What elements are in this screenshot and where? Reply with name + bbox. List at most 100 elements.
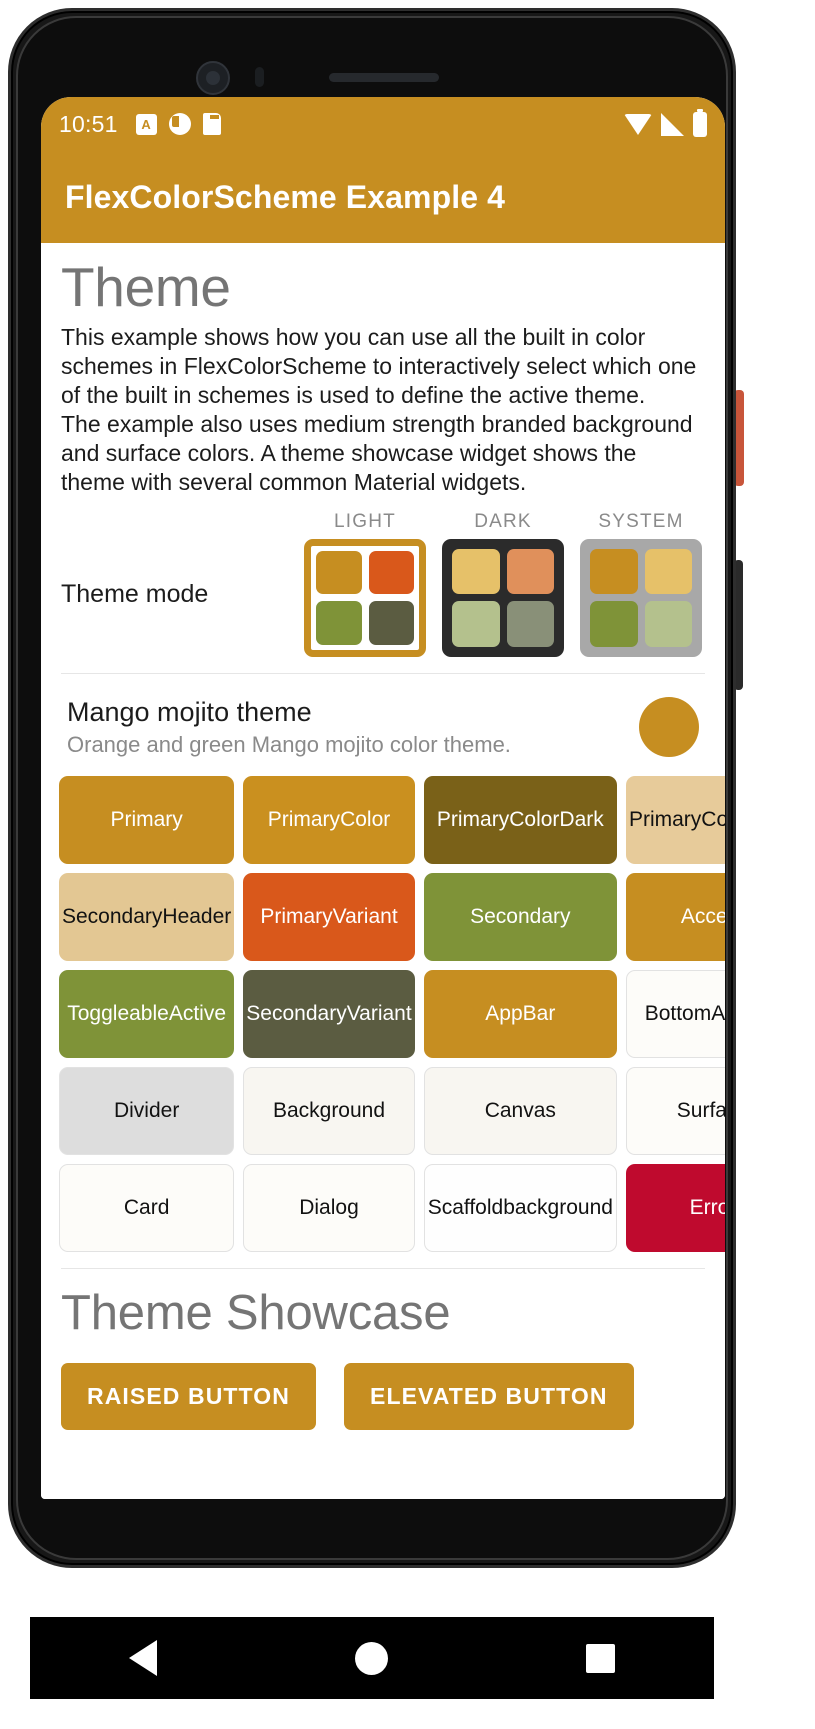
color-swatch-label: Primary <box>260 904 333 928</box>
theme-mode-option-system[interactable]: SYSTEM <box>577 511 705 657</box>
swatch-primary-variant <box>506 548 554 595</box>
color-swatch-label: Color <box>340 807 391 831</box>
swatch-secondary <box>452 601 500 647</box>
page-description: This example shows how you can use all t… <box>61 323 697 495</box>
swatch-secondary <box>316 601 362 645</box>
color-swatch-label: ColorLight <box>701 807 725 831</box>
color-swatch-dialog: Dialog <box>243 1163 415 1252</box>
color-swatch-label: Primary <box>436 807 510 831</box>
color-swatch-label: Toggleable <box>67 1001 169 1025</box>
font-size-a-icon: A <box>135 113 157 135</box>
theme-mode-dark-preview[interactable] <box>442 538 564 657</box>
elevated-button[interactable]: ELEVATED BUTTON <box>344 1362 634 1430</box>
color-swatch-background: Background <box>243 1066 415 1155</box>
color-swatch-label: Variant <box>332 904 398 928</box>
color-swatch-label: Background <box>272 1098 386 1122</box>
theme-mode-light-preview[interactable] <box>304 538 426 657</box>
scheme-title: Mango mojito theme <box>67 696 312 727</box>
color-swatch-label: Dialog <box>299 1195 359 1219</box>
color-swatch-label: Primary <box>110 807 183 831</box>
status-bar: 10:51 A <box>41 97 725 151</box>
recents-icon[interactable] <box>586 1643 615 1673</box>
color-swatch-label: Bottom <box>644 1001 712 1025</box>
color-swatch-label: Active <box>168 1001 227 1025</box>
swatch-primary <box>316 550 362 595</box>
back-icon[interactable] <box>129 1640 157 1676</box>
color-swatch-label: Canvas <box>484 1098 556 1122</box>
color-swatch-label: background <box>503 1195 613 1219</box>
color-swatch-bottom-appbar: BottomAppBar <box>625 969 725 1058</box>
theme-mode-light-label: LIGHT <box>334 510 396 532</box>
color-swatch-label: AppBar <box>485 1001 556 1025</box>
color-swatch-label: Primary <box>628 807 702 831</box>
theme-mode-dark-label: DARK <box>474 510 532 532</box>
theme-mode-row: Theme mode LIGHT DARK SYSTEM <box>61 511 705 657</box>
showcase-title: Theme Showcase <box>61 1285 451 1340</box>
app-bar: FlexColorScheme Example 4 <box>41 151 725 243</box>
android-navigation-bar <box>30 1617 714 1699</box>
color-swatch-label: Primary <box>267 807 341 831</box>
color-swatch-card: Card <box>59 1163 235 1252</box>
theme-mode-system-preview[interactable] <box>580 538 702 657</box>
color-swatch-scaffold-background: Scaffold background <box>423 1163 617 1252</box>
swatch-primary <box>452 548 500 595</box>
theme-mode-label: Theme mode <box>61 579 209 608</box>
color-swatch-primary-color: Primary Color <box>243 775 415 864</box>
theme-mode-option-dark[interactable]: DARK <box>439 511 567 657</box>
color-swatch-accent: Accent <box>625 872 725 961</box>
color-swatch-error: Error <box>625 1163 725 1252</box>
color-swatch-label: Card <box>123 1195 170 1219</box>
scheme-subtitle: Orange and green Mango mojito color them… <box>67 731 511 757</box>
cellular-signal-icon <box>661 112 684 136</box>
scheme-color-indicator[interactable] <box>639 696 699 757</box>
sd-card-icon <box>202 113 221 135</box>
battery-icon <box>693 108 707 137</box>
do-not-disturb-icon <box>168 113 191 135</box>
color-swatch-label: ColorDark <box>509 807 604 831</box>
color-swatch-divider: Divider <box>59 1066 235 1155</box>
earpiece-speaker <box>329 73 439 82</box>
raised-button[interactable]: RAISED BUTTON <box>61 1362 316 1430</box>
color-swatch-secondary-header: Secondary Header <box>59 872 235 961</box>
color-swatch-appbar: AppBar <box>423 969 617 1058</box>
color-swatch-label: Scaffold <box>427 1195 504 1219</box>
phone-hardware-strip <box>33 33 711 105</box>
color-swatch-primary: Primary <box>59 775 235 864</box>
color-swatch-label: Secondary <box>62 904 163 928</box>
proximity-sensor-icon <box>255 67 264 87</box>
color-swatch-secondary: Secondary <box>423 872 617 961</box>
theme-mode-toggle-group[interactable]: LIGHT DARK SYSTEM <box>301 511 705 657</box>
swatch-primary-variant <box>368 550 414 595</box>
page-title: Theme <box>61 256 231 318</box>
theme-mode-system-label: SYSTEM <box>598 510 684 532</box>
phone-frame: 10:51 A FlexColorScheme Example 4 Theme … <box>8 8 736 1568</box>
home-icon[interactable] <box>355 1641 388 1675</box>
swatch-secondary-variant <box>506 601 554 647</box>
scheme-card-header[interactable]: Mango mojito theme Orange and green Mang… <box>67 696 699 758</box>
app-bar-title: FlexColorScheme Example 4 <box>65 178 506 215</box>
color-swatch-label: Secondary <box>470 904 571 928</box>
swatch-secondary-variant <box>368 601 414 645</box>
swatch-primary <box>590 548 638 595</box>
page-content[interactable]: Theme This example shows how you can use… <box>41 243 725 1499</box>
theme-mode-option-light[interactable]: LIGHT <box>301 511 429 657</box>
divider-above-scheme-card <box>61 672 705 674</box>
swatch-secondary <box>590 601 638 647</box>
color-swatch-label: Surface <box>676 1098 725 1122</box>
color-swatch-toggleable-active: Toggleable Active <box>59 969 235 1058</box>
color-swatch-label: Error <box>689 1195 725 1219</box>
color-swatch-label: Variant <box>346 1001 412 1025</box>
color-swatch-label: Header <box>162 904 232 928</box>
color-swatch-label: Secondary <box>246 1001 347 1025</box>
phone-screen: 10:51 A FlexColorScheme Example 4 Theme … <box>41 97 725 1499</box>
status-bar-left-icons: A <box>135 113 221 135</box>
status-bar-right-icons <box>624 108 707 137</box>
color-swatch-primary-variant: Primary Variant <box>243 872 415 961</box>
wifi-icon <box>624 113 652 135</box>
color-swatch-label: AppBar <box>711 1001 725 1025</box>
color-swatch-secondary-variant: Secondary Variant <box>243 969 415 1058</box>
front-camera-icon <box>196 61 230 95</box>
screenshot-root: 10:51 A FlexColorScheme Example 4 Theme … <box>0 0 815 1729</box>
status-bar-clock: 10:51 <box>59 110 118 137</box>
color-swatch-label: Accent <box>680 904 725 928</box>
